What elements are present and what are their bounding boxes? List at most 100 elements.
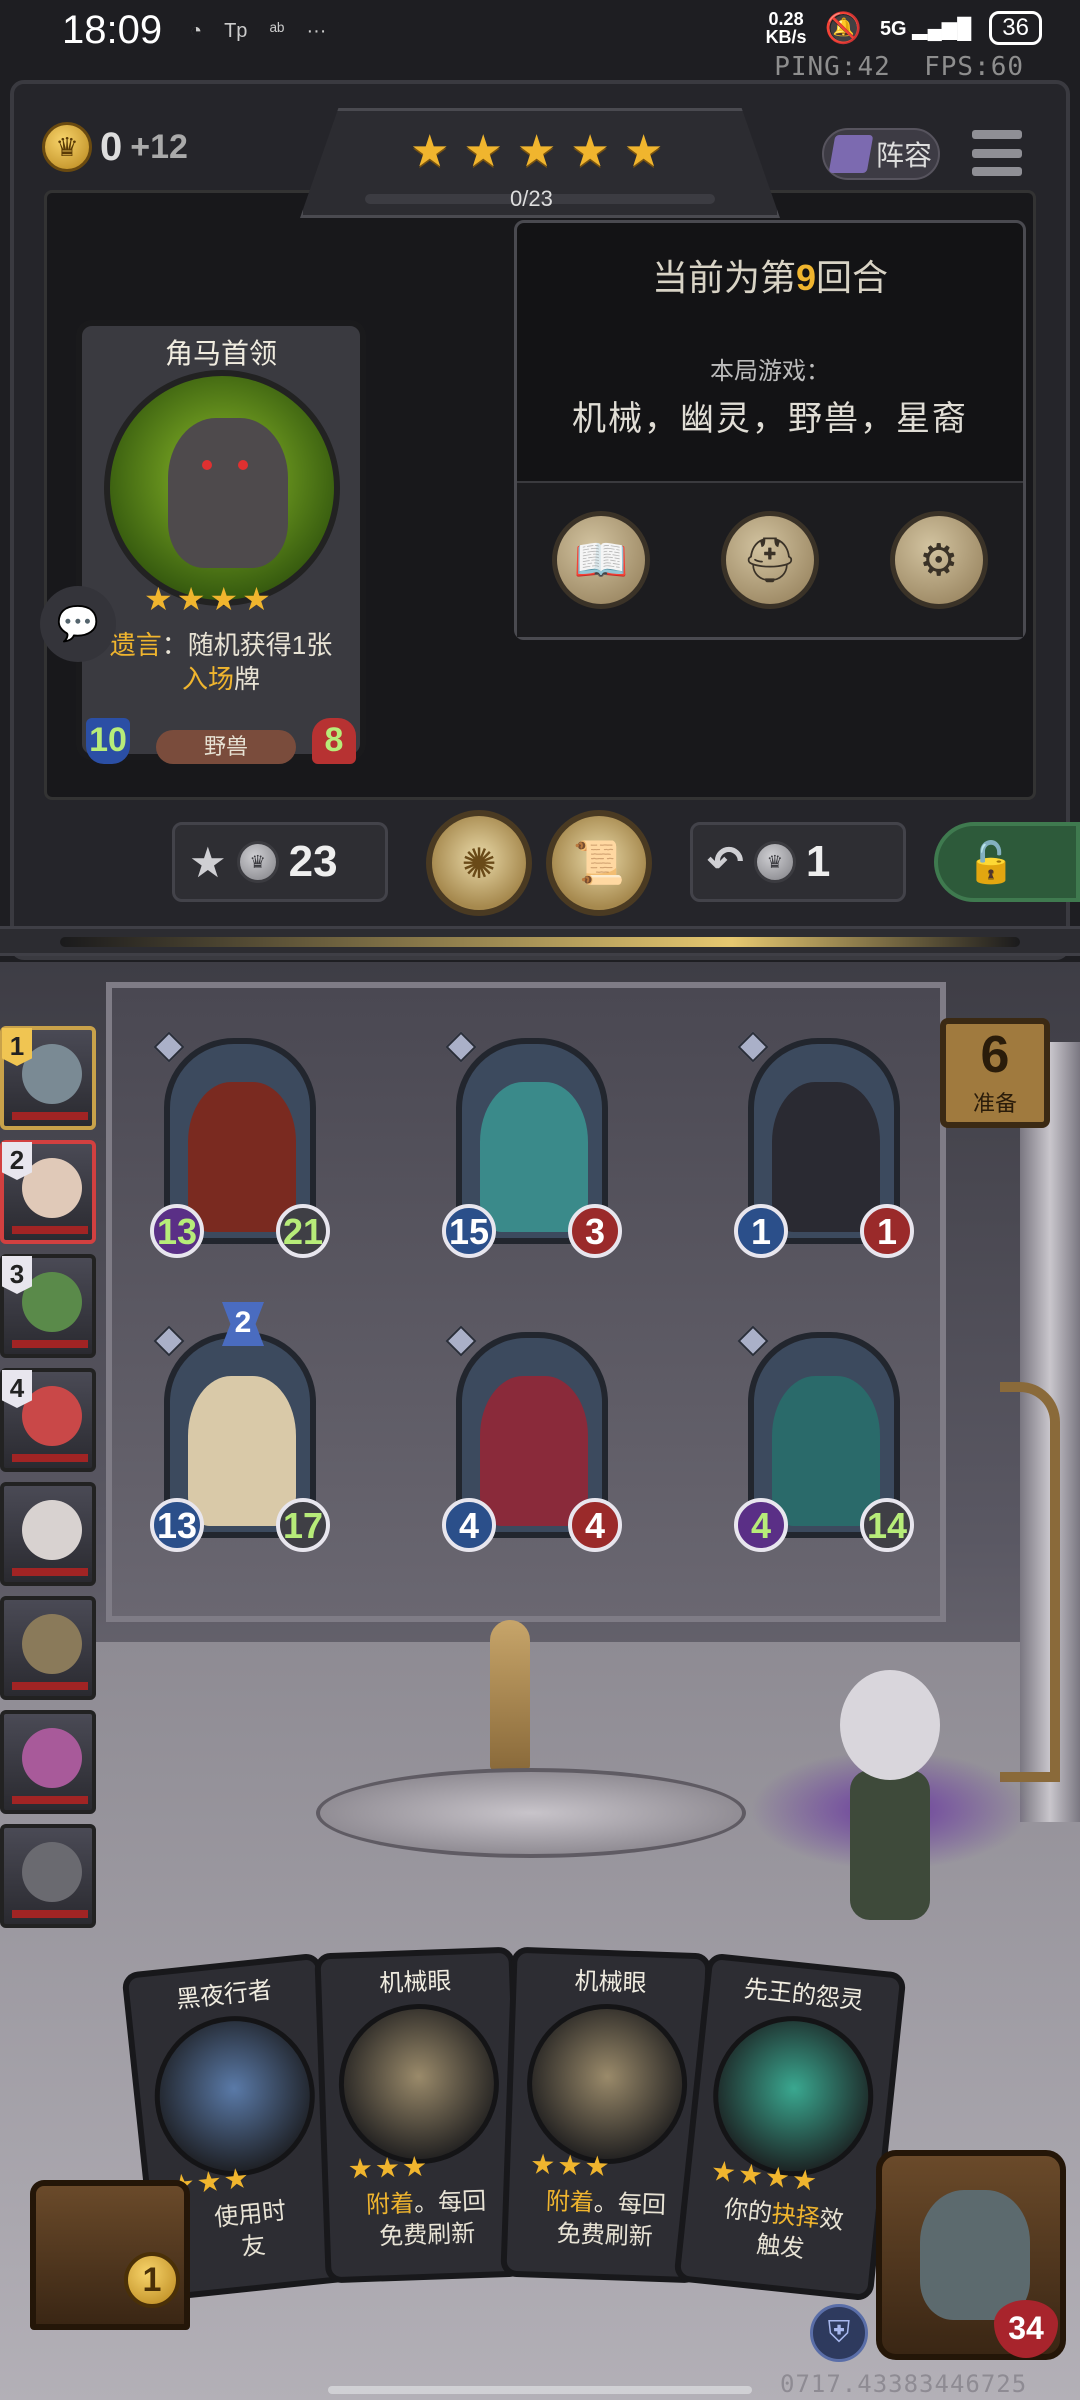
build-id: 0717.43383446725 (780, 2370, 1028, 2398)
keyword: 抉择 (770, 2200, 821, 2233)
player-roster: 1 2 3 4 (0, 1026, 104, 1928)
lineup-button[interactable]: 阵容 (822, 128, 940, 180)
board-minion[interactable]: 4 14 (734, 1325, 914, 1558)
hand-card-art (524, 2001, 690, 2167)
app-icon-3: ᵃᵇ (269, 20, 285, 42)
roster-health-bar (12, 1682, 88, 1690)
desc-text: 。每回 (593, 2189, 667, 2220)
hand-card-name: 机械眼 (378, 1967, 452, 1998)
roster-player[interactable]: 2 (0, 1140, 96, 1244)
gold-display: ♛ 0 +12 (42, 122, 188, 172)
chat-button[interactable]: 💬 (40, 586, 116, 662)
roster-player[interactable] (0, 1482, 96, 1586)
hand-card-stars: ★★★ (347, 2150, 430, 2185)
lineup-book-icon (828, 135, 874, 173)
tavern-star-icon: ★ (463, 127, 503, 176)
harp (1000, 1382, 1060, 1782)
card-name: 角马首领 (164, 338, 277, 369)
tavern-star-icon: ★ (410, 127, 450, 176)
card-description: 遗言：随机获得1张 入场牌 (90, 628, 352, 696)
chest-count: 1 (124, 2252, 180, 2308)
roster-health-bar (12, 1796, 88, 1804)
silver-coin-icon: ♛ (236, 841, 279, 883)
ready-counter[interactable]: 6 准备 (940, 1018, 1050, 1128)
info-panel-buttons: 📖 ⛑ ⚙ (517, 481, 1023, 637)
minion-attack: 13 (150, 1204, 204, 1258)
refresh-cost: 1 (805, 837, 831, 886)
hand-card-art (146, 2008, 323, 2185)
settings-button[interactable]: ⚙ (889, 511, 988, 609)
upgrade-tavern-button[interactable]: ★ ♛ 23 (172, 822, 388, 902)
ping-label: PING:42 (774, 52, 891, 82)
keyword: 附着 (365, 2190, 415, 2219)
beast-figure (168, 418, 288, 568)
scroll-button[interactable]: 📜 (546, 810, 652, 916)
minion-figure (188, 1376, 296, 1526)
hand-card-name: 先王的怨灵 (742, 1975, 865, 2015)
board-minion[interactable]: 2 13 17 (150, 1302, 330, 1558)
tavern-stars: ★ ★ ★ ★ ★ (410, 126, 663, 177)
minion-figure (480, 1082, 588, 1232)
card-star-icon: ★ (176, 581, 206, 617)
lock-button[interactable]: 🔓 (934, 822, 1080, 902)
roster-health-bar (12, 1226, 88, 1234)
minion-health: 4 (568, 1498, 622, 1552)
roster-player[interactable]: 1 (0, 1026, 96, 1130)
roster-player[interactable]: 4 (0, 1368, 96, 1472)
board-minion[interactable]: 44 (442, 1325, 622, 1558)
keyword-entry: 入场 (181, 664, 234, 694)
roster-player[interactable] (0, 1596, 96, 1700)
hat-icon: ⛑ (742, 536, 798, 585)
player-hero[interactable] (750, 1670, 1030, 1940)
beast-eye (202, 460, 212, 470)
round-prefix: 当前为第 (651, 257, 796, 298)
minion-health: 14 (860, 1498, 914, 1552)
card-health: 8 (312, 718, 356, 764)
roster-rank: 3 (2, 1256, 32, 1294)
board-minion[interactable]: 15 3 (442, 1031, 622, 1264)
hand-card[interactable]: 机械眼 ★★★ 附着。每回 免费刷新 (314, 1946, 526, 2284)
minion-attack: 4 (734, 1498, 788, 1552)
minion-figure (188, 1082, 296, 1232)
roster-player[interactable] (0, 1710, 96, 1814)
hand-card-art (336, 2001, 502, 2167)
board-minion[interactable]: 11 (734, 1031, 914, 1264)
beast-eye (238, 460, 248, 470)
tavern-star-icon: ★ (570, 127, 610, 176)
hand-card-name: 机械眼 (574, 1967, 648, 1998)
minion-attack: 1 (734, 1204, 788, 1258)
hand-card-description: 你的抉择效 触发 (694, 2191, 870, 2272)
hero-head (840, 1670, 940, 1780)
board-minion[interactable]: 13 21 (150, 1031, 330, 1264)
more-notifications-icon: ··· (306, 20, 327, 42)
menu-button[interactable] (970, 126, 1024, 180)
network-speed: 0.28 KB/s (766, 10, 807, 46)
hand-card-description: 附着。每回 免费刷新 (519, 2185, 691, 2255)
featured-card[interactable]: 角马首领 ★ ★ ★ ★ 遗言：随机获得1张 入场牌 10 野兽 8 (76, 320, 366, 764)
tavern-star-icon: ★ (623, 127, 664, 176)
xp-label: 0/23 (510, 186, 553, 211)
freeze-button[interactable]: ✺ (426, 810, 532, 916)
roster-player[interactable]: 3 (0, 1254, 96, 1358)
desc-text: 免费刷新 (378, 2220, 476, 2251)
net-speed-unit: KB/s (765, 27, 807, 47)
turntable (316, 1768, 746, 1858)
hand-card[interactable]: 先王的怨灵 ★★★★ 你的抉择效 触发 (673, 1952, 907, 2302)
gesture-nav-bar[interactable] (328, 2386, 752, 2394)
menu-icon-bar (972, 130, 1022, 139)
fps-label: FPS:60 (924, 52, 1024, 82)
roster-player[interactable] (0, 1824, 96, 1928)
tavern-hero-button[interactable]: ⛑ (720, 511, 819, 609)
lineup-label: 阵容 (876, 140, 933, 171)
tavern-star-icon: ★ (516, 127, 557, 176)
refresh-button[interactable]: ↶ ♛ 1 (690, 822, 906, 902)
codex-button[interactable]: 📖 (552, 511, 651, 609)
minion-health: 17 (276, 1498, 330, 1552)
roster-rank: 4 (2, 1370, 32, 1408)
card-stars: ★ ★ ★ ★ (144, 580, 271, 618)
clock: 18:09 (62, 8, 163, 52)
app-icon-2: Tp (224, 20, 248, 42)
shield-button[interactable]: ⛨ (810, 2304, 868, 2362)
book-icon: 📖 (573, 536, 629, 585)
roster-health-bar (12, 1454, 88, 1462)
